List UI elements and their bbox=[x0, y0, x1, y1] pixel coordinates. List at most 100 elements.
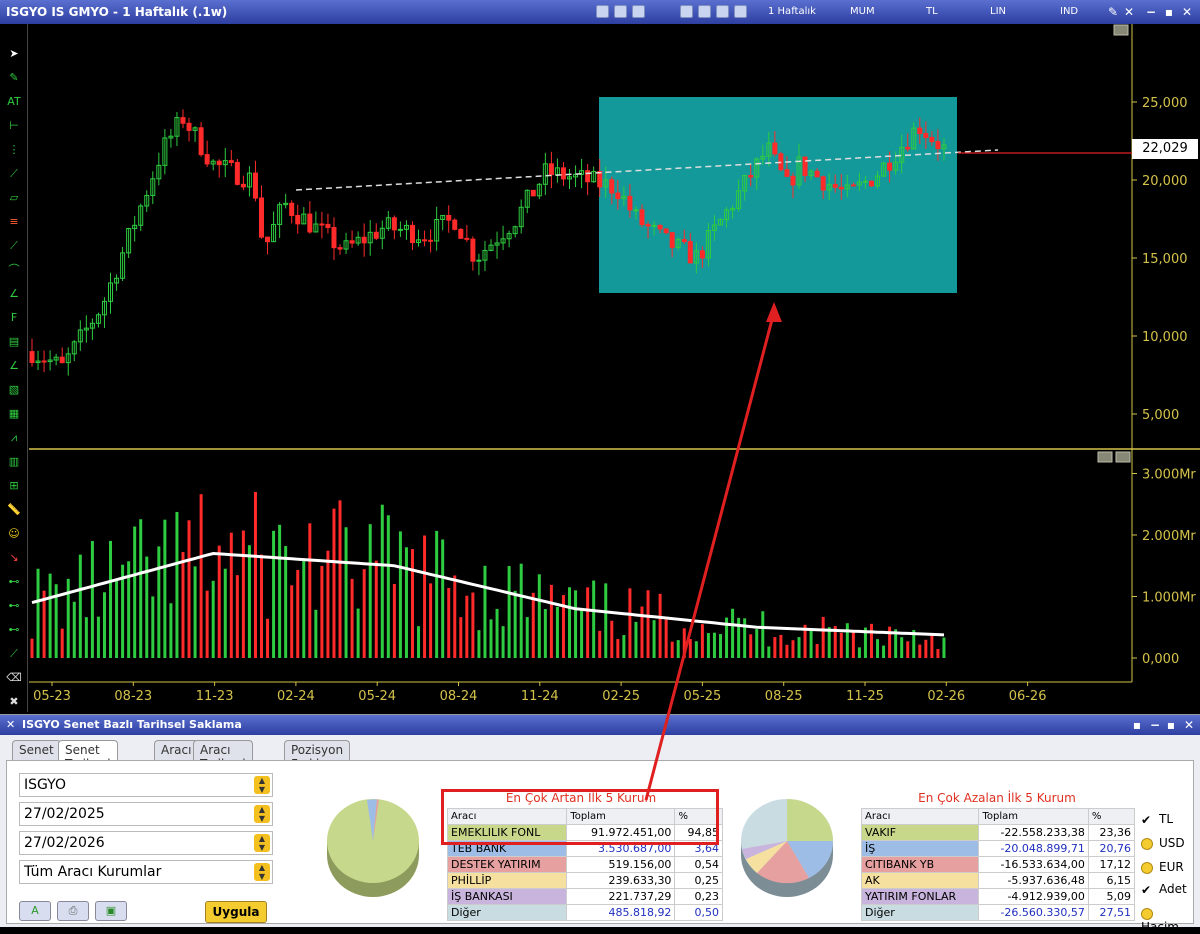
option-hacim[interactable]: Hacim bbox=[1141, 906, 1193, 934]
tab-araci[interactable]: Aracı bbox=[154, 740, 199, 760]
highlight-region bbox=[599, 97, 957, 293]
ruler-icon[interactable]: 📏 bbox=[5, 502, 23, 518]
clear-icon[interactable]: ✖ bbox=[5, 694, 23, 710]
grid-icon[interactable]: ▦ bbox=[5, 406, 23, 422]
fan-icon[interactable]: ⟋ bbox=[5, 238, 23, 254]
broker-filter-value: Tüm Aracı Kurumlar bbox=[24, 864, 162, 880]
scale-selector[interactable]: LIN bbox=[990, 6, 1006, 17]
panel-minimize-icon[interactable]: − bbox=[1148, 718, 1162, 732]
arrow-icon[interactable]: ↘ bbox=[5, 550, 23, 566]
volume-bar bbox=[942, 637, 946, 658]
table-row[interactable]: Diğer 485.818,92 0,50 bbox=[446, 904, 723, 921]
fibonacci-icon[interactable]: F bbox=[5, 310, 23, 326]
tab-araci-tarihsel[interactable]: Aracı Tarihsel bbox=[193, 740, 253, 771]
option-usd[interactable]: USD bbox=[1141, 836, 1185, 850]
close-icon[interactable]: ✕ bbox=[1180, 5, 1194, 19]
column-header[interactable]: Toplam bbox=[978, 808, 1089, 825]
column-header[interactable]: % bbox=[1087, 808, 1136, 825]
volume-bar bbox=[543, 609, 547, 658]
table-row[interactable]: YATIRIM FONLAR -4.912.939,00 5,09 bbox=[860, 888, 1136, 905]
parallel-lines-icon[interactable]: ≡ bbox=[5, 214, 23, 230]
table-row[interactable]: VAKIF -22.558.233,38 23,36 bbox=[860, 824, 1136, 841]
chart-type-selector[interactable]: MUM bbox=[850, 6, 875, 17]
settings-icon[interactable]: ✎ bbox=[1106, 5, 1120, 19]
column-header[interactable]: Aracı bbox=[446, 808, 568, 825]
pen-icon[interactable]: ✎ bbox=[5, 70, 23, 86]
close-x-icon[interactable]: ✕ bbox=[1122, 5, 1136, 19]
volume-bar bbox=[924, 639, 928, 658]
table-row[interactable]: AK -5.937.636,48 6,15 bbox=[860, 872, 1136, 889]
trendline-icon[interactable]: ⟋ bbox=[5, 166, 23, 182]
segment-3-icon[interactable]: ⊷ bbox=[5, 622, 23, 638]
print-icon[interactable]: ⎙ bbox=[57, 901, 89, 921]
auto-trend-icon[interactable]: AT bbox=[5, 94, 23, 110]
eraser-icon[interactable]: ⌫ bbox=[5, 670, 23, 686]
tab-pozisyon-farklari[interactable]: Pozisyon Farkları bbox=[284, 740, 351, 771]
toolbar-icon-1[interactable] bbox=[596, 5, 609, 18]
gann-icon[interactable]: ∠ bbox=[5, 358, 23, 374]
smiley-icon[interactable]: ☺ bbox=[5, 526, 23, 542]
toolbar-icon-4[interactable] bbox=[680, 5, 693, 18]
table-row[interactable]: EMEKLILIK FONL 91.972.451,00 94,85 bbox=[446, 824, 723, 841]
currency-selector[interactable]: TL bbox=[926, 6, 938, 17]
broker-name: EMEKLILIK FONL bbox=[446, 824, 568, 841]
pattern-icon[interactable]: ⩘ bbox=[5, 430, 23, 446]
table-row[interactable]: TEB BANK 3.530.687,00 3,64 bbox=[446, 840, 723, 857]
h-bars-icon[interactable]: ⊞ bbox=[5, 478, 23, 494]
table-row[interactable]: PHİLLİP 239.633,30 0,25 bbox=[446, 872, 723, 889]
spinner-icon[interactable]: ▲ ▼ bbox=[254, 805, 270, 823]
line-icon[interactable]: ⟋ bbox=[5, 646, 23, 662]
broker-filter-select[interactable]: Tüm Aracı Kurumlar ▲ ▼ bbox=[19, 860, 273, 884]
volume-bar bbox=[555, 606, 559, 658]
candle-body bbox=[397, 228, 403, 231]
date-from-field[interactable]: 27/02/2025 ▲ ▼ bbox=[19, 802, 273, 826]
panel-pin-icon[interactable]: ▪ bbox=[1130, 718, 1144, 732]
option-adet[interactable]: ✔ Adet bbox=[1141, 882, 1187, 897]
segment-2-icon[interactable]: ⊷ bbox=[5, 598, 23, 614]
column-header[interactable]: Toplam bbox=[566, 808, 676, 825]
toolbar-icon-5[interactable] bbox=[698, 5, 711, 18]
option-tl[interactable]: ✔ TL bbox=[1141, 812, 1173, 827]
panel-menu-icon[interactable]: ✕ bbox=[6, 718, 15, 731]
maximize-icon[interactable]: ▪ bbox=[1162, 5, 1176, 19]
spinner-icon[interactable]: ▲ ▼ bbox=[254, 834, 270, 852]
toolbar-icon-3[interactable] bbox=[632, 5, 645, 18]
toolbar-icon-2[interactable] bbox=[614, 5, 627, 18]
excel-icon[interactable]: ▣ bbox=[95, 901, 127, 921]
volume-bar bbox=[501, 626, 505, 658]
cursor-icon[interactable]: ➤ bbox=[5, 46, 23, 62]
spinner-icon[interactable]: ▲ ▼ bbox=[254, 776, 270, 794]
option-eur[interactable]: EUR bbox=[1141, 860, 1184, 874]
table-row[interactable]: DESTEK YATIRIM 519.156,00 0,54 bbox=[446, 856, 723, 873]
indicator-selector[interactable]: IND bbox=[1060, 6, 1078, 17]
channel-icon[interactable]: ▱ bbox=[5, 190, 23, 206]
toolbar-icon-7[interactable] bbox=[734, 5, 747, 18]
fib-retracement-icon[interactable]: ▤ bbox=[5, 334, 23, 350]
angle-icon[interactable]: ∠ bbox=[5, 286, 23, 302]
column-header[interactable]: Aracı bbox=[860, 808, 980, 825]
candlestick-chart[interactable]: 25,000 20,000 15,000 10,000 5,000 3.000Mr 2.00… bbox=[0, 0, 1200, 712]
toolbar-icon-6[interactable] bbox=[716, 5, 729, 18]
vertical-line-icon[interactable]: ⋮ bbox=[5, 142, 23, 158]
table-row[interactable]: CITIBANK YB -16.533.634,00 17,12 bbox=[860, 856, 1136, 873]
tab-senet[interactable]: Senet bbox=[12, 740, 61, 760]
minimize-icon[interactable]: − bbox=[1144, 5, 1158, 19]
spinner-icon[interactable]: ▲ ▼ bbox=[254, 863, 270, 881]
arc-icon[interactable]: ⌒ bbox=[5, 262, 23, 278]
period-selector[interactable]: 1 Haftalık bbox=[768, 6, 816, 17]
box-icon[interactable]: ▥ bbox=[5, 454, 23, 470]
panel-maximize-icon[interactable]: ▪ bbox=[1164, 718, 1178, 732]
horizontal-line-icon[interactable]: ⊢ bbox=[5, 118, 23, 134]
symbol-select[interactable]: ISGYO ▲ ▼ bbox=[19, 773, 273, 797]
date-to-field[interactable]: 27/02/2026 ▲ ▼ bbox=[19, 831, 273, 855]
font-button[interactable]: A bbox=[19, 901, 51, 921]
table-row[interactable]: Diğer -26.560.330,57 27,51 bbox=[860, 904, 1136, 921]
segment-icon[interactable]: ⊷ bbox=[5, 574, 23, 590]
gann-box-icon[interactable]: ▧ bbox=[5, 382, 23, 398]
table-row[interactable]: İŞ BANKASI 221.737,29 0,23 bbox=[446, 888, 723, 905]
table-row[interactable]: İŞ -20.048.899,71 20,76 bbox=[860, 840, 1136, 857]
apply-button[interactable]: Uygula bbox=[205, 901, 267, 923]
tab-senet-tarihsel[interactable]: Senet Tarihsel bbox=[58, 740, 118, 771]
panel-close-icon[interactable]: ✕ bbox=[1182, 718, 1196, 732]
column-header[interactable]: % bbox=[674, 808, 723, 825]
